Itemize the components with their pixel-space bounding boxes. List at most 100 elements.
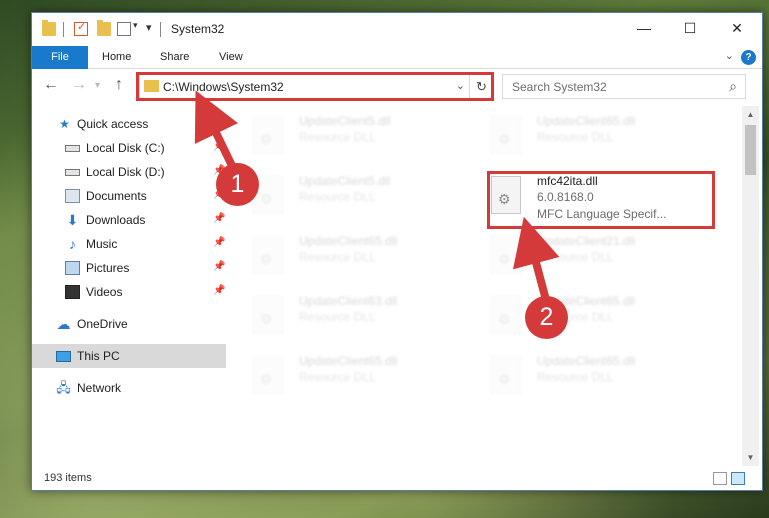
file-item[interactable]: ⚙ UpdateClient65.dll Resource DLL [467,350,697,402]
tab-home[interactable]: Home [102,46,131,69]
item-count: 193 items [44,472,92,484]
back-arrow-icon[interactable]: ← [43,76,59,94]
nav-item-label: Local Disk (D:) [86,165,165,179]
nav-item-label: Quick access [77,117,149,131]
pin-icon[interactable]: 📌 [213,261,225,272]
nav-item-documents[interactable]: Documents 📌 [32,184,226,208]
details-view-icon[interactable] [713,472,727,485]
cloud-icon: ☁ [56,316,71,332]
help-icon[interactable]: ? [741,50,756,65]
up-arrow-icon[interactable]: ↑ [115,76,123,94]
file-name: UpdateClient5.dll [299,174,391,188]
file-description: Resource DLL [537,130,614,144]
window-title: System32 [171,22,225,36]
nav-item-this-pc[interactable]: This PC [32,344,226,368]
divider [63,22,64,37]
nav-item-videos[interactable]: Videos 📌 [32,280,226,304]
file-description: Resource DLL [299,370,376,384]
file-description: Resource DLL [537,370,614,384]
videos-icon [65,285,80,299]
file-description: Resource DLL [299,190,376,204]
maximize-button[interactable]: ☐ [667,13,713,43]
nav-item-label: This PC [77,349,120,363]
file-item[interactable]: ⚙ UpdateClient65.dll Resource DLL [467,290,697,342]
file-item[interactable]: ⚙ UpdateClient63.dll Resource DLL [229,290,459,342]
dll-file-icon: ⚙ [253,296,283,334]
nav-item-downloads[interactable]: ⬇ Downloads 📌 [32,208,226,232]
nav-item-label: Local Disk (C:) [86,141,165,155]
scrollbar-thumb[interactable] [745,125,756,175]
quick-access-toolbar-icon[interactable] [117,22,131,36]
nav-item-label: Pictures [86,261,130,275]
file-item[interactable]: ⚙ UpdateClient21.dll Resource DLL [467,230,697,282]
file-name: UpdateClient5.dll [299,114,391,128]
tab-file[interactable]: File [32,46,88,69]
pin-icon[interactable]: 📌 [213,141,225,152]
nav-item-network[interactable]: 🖧 Network [32,376,226,400]
file-name: UpdateClient65.dll [537,354,636,368]
navigation-pane: ★ Quick access Local Disk (C:) 📌 Local D… [32,106,226,466]
chevron-down-icon[interactable]: ▾ [133,20,138,31]
properties-check-icon[interactable] [74,20,88,36]
expand-ribbon-icon[interactable]: ⌄ [725,49,734,62]
file-item[interactable]: ⚙ UpdateClient5.dll Resource DLL [229,110,459,162]
tab-share[interactable]: Share [160,46,189,69]
file-item[interactable]: ⚙ UpdateClient5.dll Resource DLL [229,170,459,222]
vertical-scrollbar[interactable]: ▲ ▼ [742,106,759,466]
customize-toolbar-icon[interactable]: ▾ [146,21,152,34]
scroll-down-icon[interactable]: ▼ [742,449,759,466]
file-description: Resource DLL [537,250,614,264]
file-name: UpdateClient65.dll [299,234,398,248]
callout-badge-1: 1 [216,163,259,206]
documents-icon [65,189,80,203]
nav-item-local-disk-c[interactable]: Local Disk (C:) 📌 [32,136,226,160]
recent-locations-icon[interactable]: ▾ [95,80,100,91]
file-description: Resource DLL [299,250,376,264]
minimize-button[interactable]: — [621,13,667,43]
music-icon: ♪ [69,236,76,252]
callout-badge-2: 2 [525,296,568,339]
nav-item-music[interactable]: ♪ Music 📌 [32,232,226,256]
close-button[interactable]: ✕ [714,13,760,43]
folder-icon [42,20,56,36]
large-icons-view-icon[interactable] [731,472,745,485]
file-description: Resource DLL [299,130,376,144]
pin-icon[interactable]: 📌 [213,213,225,224]
nav-item-onedrive[interactable]: ☁ OneDrive [32,312,226,336]
forward-arrow-icon[interactable]: → [71,76,87,94]
search-icon[interactable]: ⌕ [729,78,737,95]
nav-item-label: Documents [86,189,147,203]
file-name: UpdateClient21.dll [537,234,636,248]
file-item[interactable]: ⚙ UpdateClient65.dll Resource DLL [467,110,697,162]
star-icon: ★ [59,117,70,131]
nav-item-label: OneDrive [77,317,128,331]
status-bar: 193 items [32,468,762,490]
dll-file-icon: ⚙ [253,236,283,274]
new-folder-icon[interactable] [97,20,111,36]
pictures-icon [65,261,80,275]
dll-file-icon: ⚙ [253,116,283,154]
tab-view[interactable]: View [219,46,243,69]
nav-item-pictures[interactable]: Pictures 📌 [32,256,226,280]
dll-file-icon: ⚙ [491,356,521,394]
nav-item-label: Network [77,381,122,395]
search-box[interactable]: ⌕ [502,74,746,99]
pin-icon[interactable]: 📌 [213,285,225,296]
file-item[interactable]: ⚙ UpdateClient65.dll Resource DLL [229,350,459,402]
file-item[interactable]: ⚙ UpdateClient65.dll Resource DLL [229,230,459,282]
pin-icon[interactable]: 📌 [213,237,225,248]
address-bar-highlight [136,72,494,101]
file-highlight [487,171,715,229]
nav-item-label: Downloads [86,213,146,227]
nav-item-local-disk-d[interactable]: Local Disk (D:) 📌 [32,160,226,184]
ribbon-tabs: File Home Share View ⌄ ? [32,46,762,69]
scroll-up-icon[interactable]: ▲ [742,106,759,123]
nav-item-quick-access[interactable]: ★ Quick access [32,112,226,136]
dll-file-icon: ⚙ [491,296,521,334]
dll-file-icon: ⚙ [491,116,521,154]
search-input[interactable] [503,75,713,98]
file-name: UpdateClient65.dll [537,114,636,128]
nav-item-label: Videos [86,285,123,299]
file-name: UpdateClient63.dll [299,294,398,308]
title-bar: ▾ ▾ System32 — ☐ ✕ [32,13,762,46]
